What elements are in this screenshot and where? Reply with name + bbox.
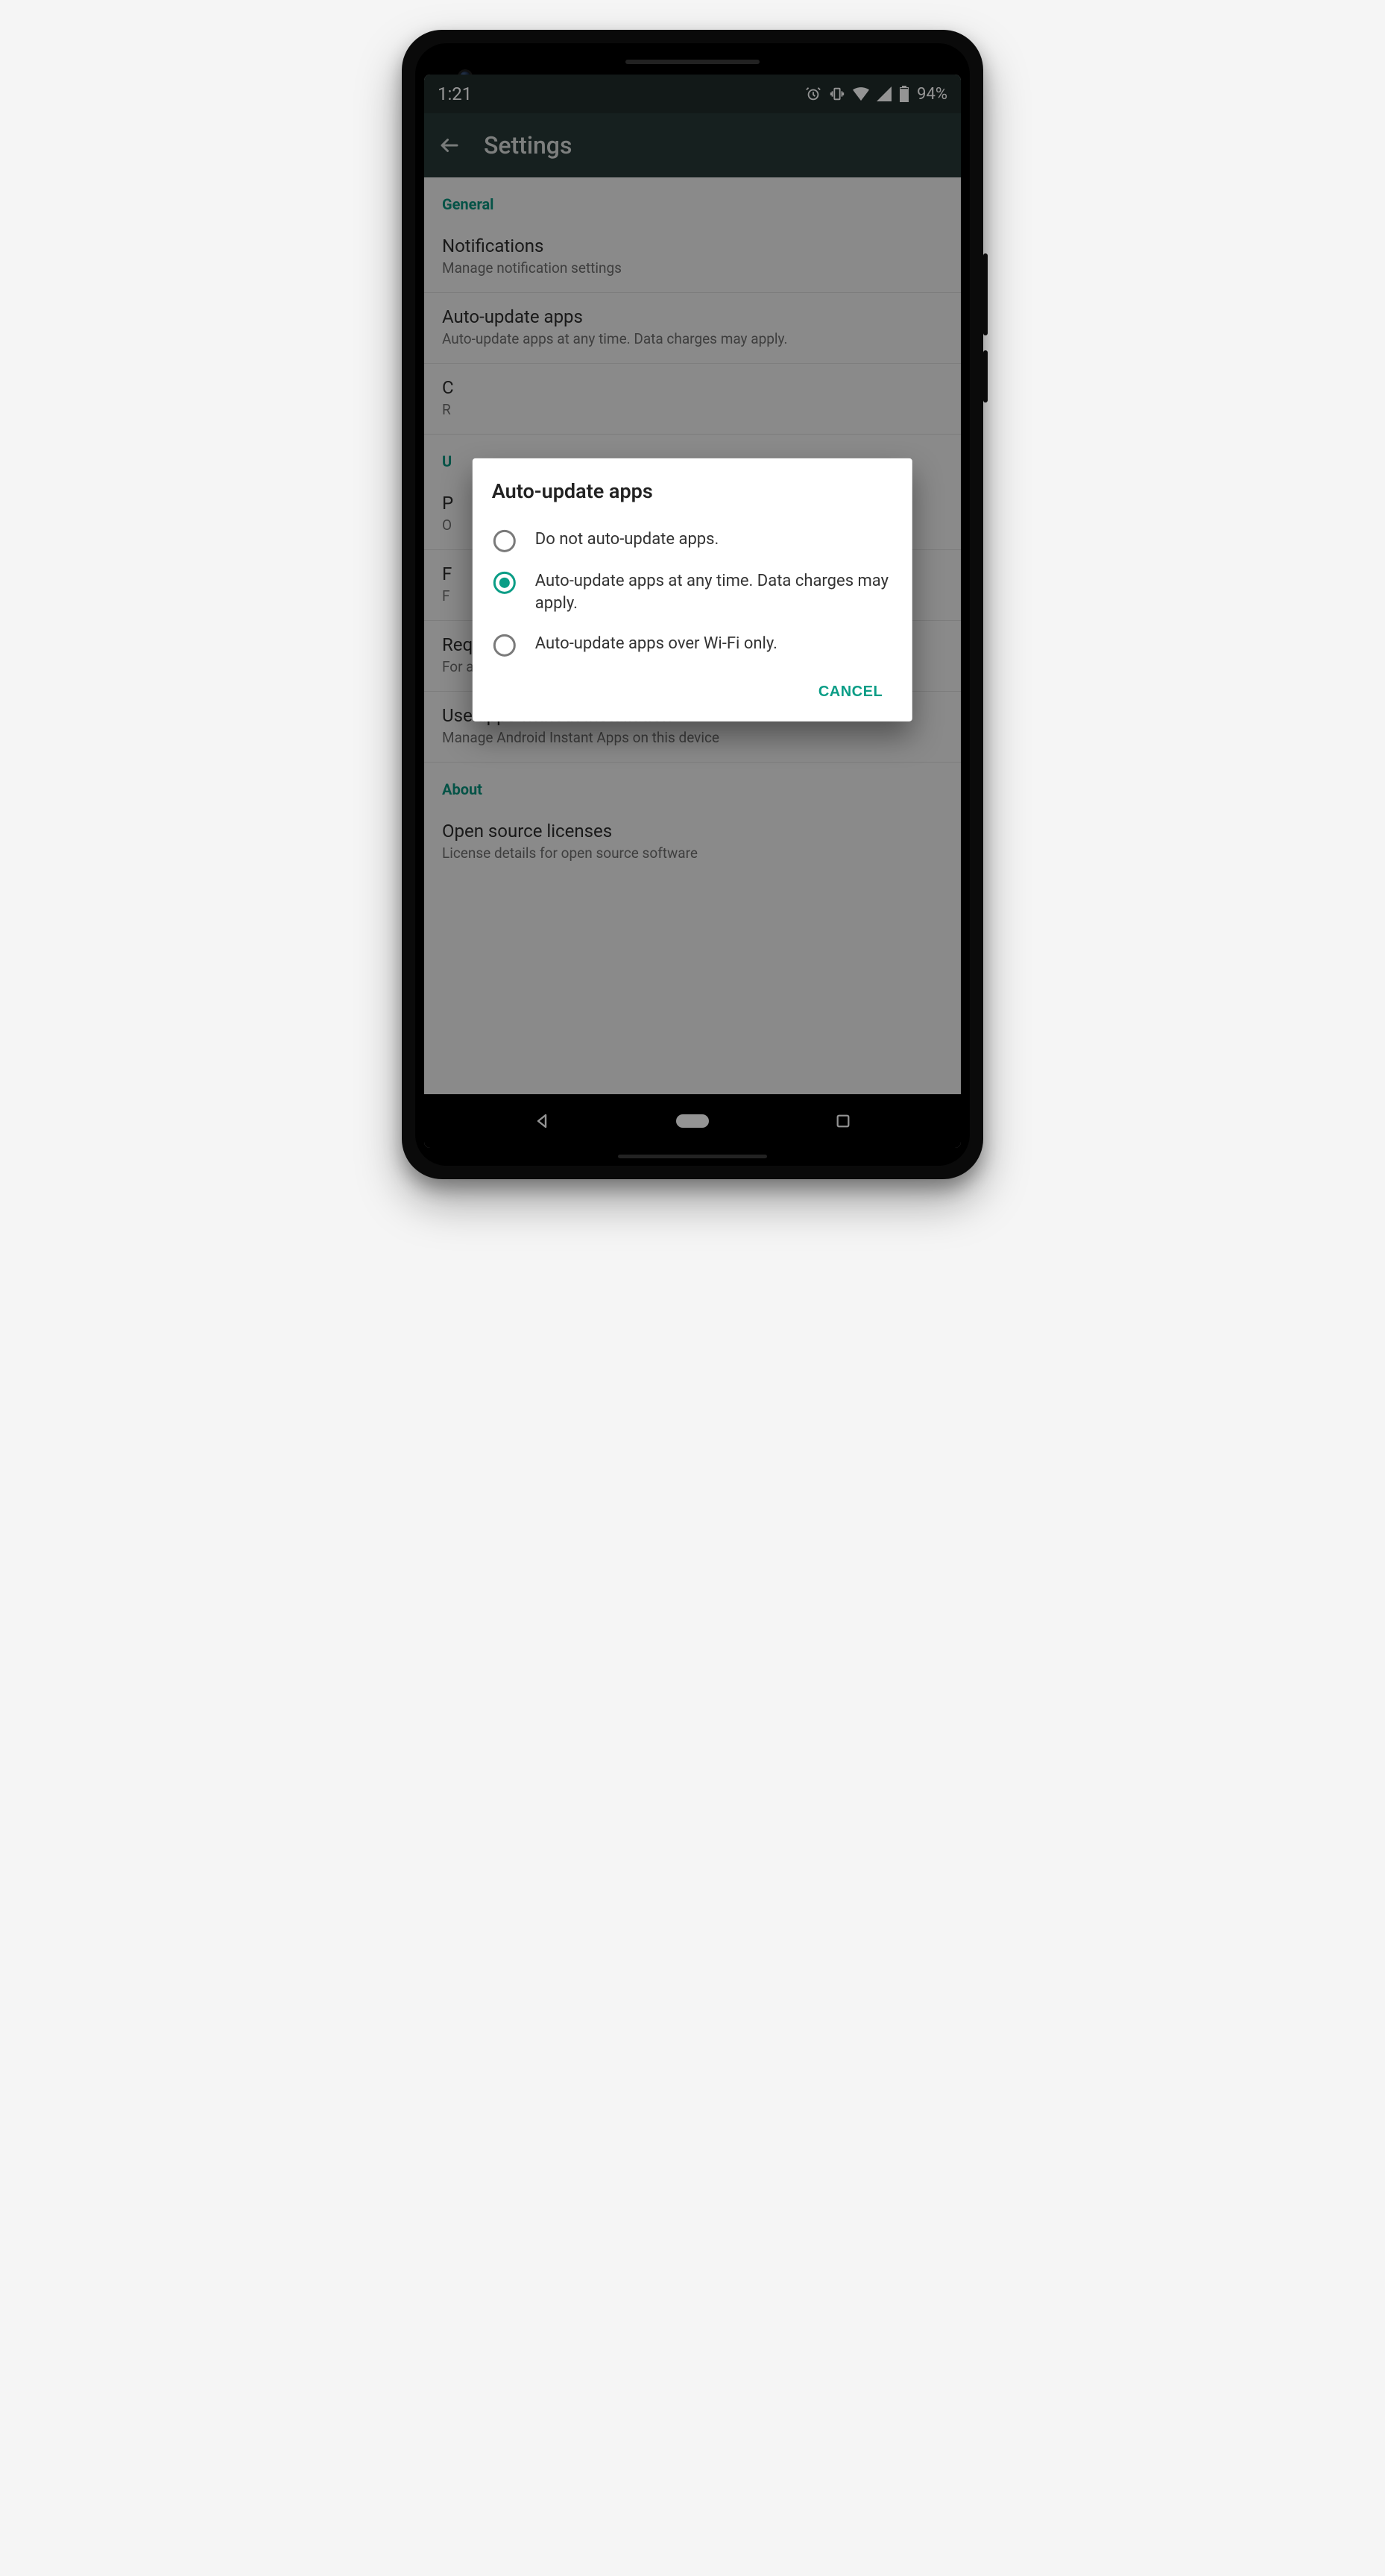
radio-option-wifi-only[interactable]: Auto-update apps over Wi-Fi only. <box>492 623 893 665</box>
dialog-actions: CANCEL <box>492 674 893 709</box>
radio-label: Auto-update apps over Wi-Fi only. <box>535 632 777 654</box>
phone-frame: 1:21 9 <box>402 30 983 1179</box>
screen: 1:21 9 <box>424 75 961 1148</box>
radio-icon <box>493 530 516 552</box>
radio-option-do-not-update[interactable]: Do not auto-update apps. <box>492 520 893 561</box>
radio-option-any-time[interactable]: Auto-update apps at any time. Data charg… <box>492 561 893 623</box>
auto-update-dialog: Auto-update apps Do not auto-update apps… <box>473 458 912 721</box>
earpiece <box>625 60 760 64</box>
radio-icon <box>493 634 516 656</box>
dialog-title: Auto-update apps <box>492 479 893 503</box>
cancel-button[interactable]: CANCEL <box>808 674 893 709</box>
phone-bezel: 1:21 9 <box>415 43 970 1166</box>
power-button <box>983 350 988 402</box>
radio-label: Auto-update apps at any time. Data charg… <box>535 570 892 614</box>
bottom-speaker <box>618 1155 767 1158</box>
volume-button <box>983 253 988 335</box>
radio-label: Do not auto-update apps. <box>535 528 719 551</box>
radio-icon <box>493 572 516 594</box>
